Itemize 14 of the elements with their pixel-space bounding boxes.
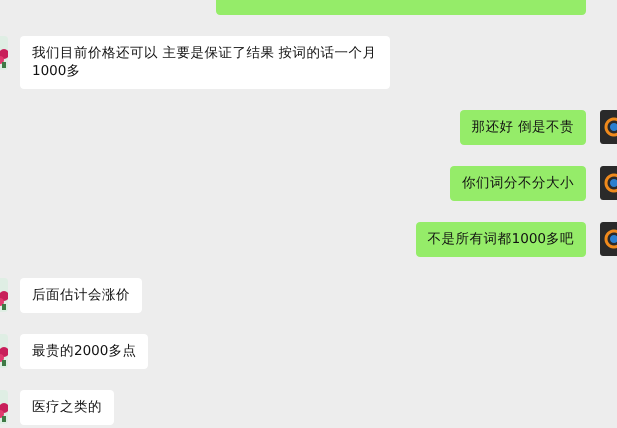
message-bubble: 后面估计会涨价 [20,278,142,313]
avatar-flower-icon [0,278,8,312]
avatar-logo-icon [600,166,617,200]
message-bubble: 那还好 倒是不贵 [460,110,586,145]
message-bubble: 我们目前价格还可以 主要是保证了结果 按词的话一个月1000多 [20,36,390,89]
message-bubble: 医疗之类的 [20,390,114,425]
avatar-flower-icon [0,36,8,70]
avatar-logo-icon [600,110,617,144]
message-bubble: 不是所有词都1000多吧 [416,222,586,257]
avatar-flower-icon [0,390,8,424]
avatar-flower-icon [0,334,8,368]
message-bubble: 你们词分不分大小 [450,166,586,201]
message-bubble: 最贵的2000多点 [20,334,148,369]
avatar-logo-icon [600,222,617,256]
